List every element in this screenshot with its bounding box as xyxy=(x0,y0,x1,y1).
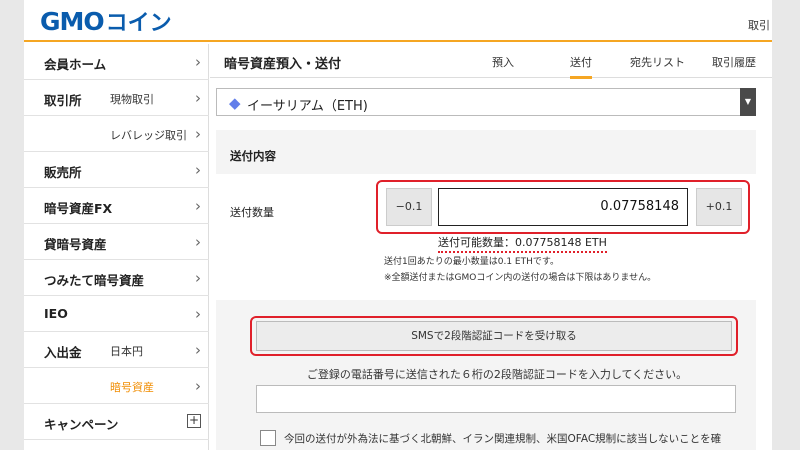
sidebar-item-label: キャンペーン xyxy=(44,417,119,432)
chevron-right-icon: › xyxy=(195,305,201,323)
sidebar-item-label: つみたて暗号資産 xyxy=(44,273,145,288)
sidebar-item-member-home[interactable]: 会員ホーム › xyxy=(24,44,209,80)
sidebar-item-label: 会員ホーム xyxy=(44,57,107,72)
sidebar-subitem-label: 日本円 xyxy=(110,345,143,358)
sidebar-item-dealer[interactable]: 販売所 › xyxy=(24,152,209,188)
page-header: 暗号資産預入・送付 預入 送付 宛先リスト 取引履歴 xyxy=(210,44,772,79)
sidebar: 会員ホーム › 取引所 現物取引 › レバレッジ取引 › 販売所 › 暗号資産F… xyxy=(24,44,209,450)
chevron-right-icon: › xyxy=(195,197,201,215)
page-title: 暗号資産預入・送付 xyxy=(224,57,342,72)
chevron-right-icon: › xyxy=(195,89,201,107)
ethereum-icon: ◆ xyxy=(229,94,241,112)
sidebar-item-label: 貸暗号資産 xyxy=(44,237,107,252)
compliance-checkbox[interactable] xyxy=(260,430,276,446)
sidebar-item-deposit-crypto[interactable]: 暗号資産 › xyxy=(24,368,209,404)
logo-coin-text: コイン xyxy=(105,11,172,36)
quantity-label: 送付数量 xyxy=(230,206,274,219)
chevron-right-icon: › xyxy=(195,377,201,395)
sidebar-item-label: 暗号資産FX xyxy=(44,201,113,216)
minus-0.1-button[interactable]: −0.1 xyxy=(386,188,432,226)
full-amount-note: ※全額送付またはGMOコイン内の送付の場合は下限はありません。 xyxy=(384,273,657,283)
section-title: 送付内容 xyxy=(230,149,276,163)
tab-send[interactable]: 送付 xyxy=(570,54,592,79)
chevron-right-icon: › xyxy=(195,269,201,287)
chevron-right-icon: › xyxy=(195,161,201,179)
main-content: 暗号資産預入・送付 預入 送付 宛先リスト 取引履歴 ◆ イーサリアム（ETH)… xyxy=(210,44,772,450)
tab-address-list[interactable]: 宛先リスト xyxy=(630,54,685,70)
compliance-checkbox-label: 今回の送付が外為法に基づく北朝鮮、イラン関連規制、米国OFAC規制に該当しないこ… xyxy=(284,433,722,445)
chevron-right-icon: › xyxy=(195,125,201,143)
header-trade-link[interactable]: 取引 xyxy=(748,17,770,33)
sidebar-item-crypto-fx[interactable]: 暗号資産FX › xyxy=(24,188,209,224)
sidebar-item-exchange-leverage[interactable]: レバレッジ取引 › xyxy=(24,116,209,152)
app-frame: GMO コイン 取引 会員ホーム › 取引所 現物取引 › レバレッジ取引 › … xyxy=(24,0,772,450)
sidebar-item-tsumitate[interactable]: つみたて暗号資産 › xyxy=(24,260,209,296)
sidebar-subitem-label: レバレッジ取引 xyxy=(110,129,187,142)
coin-select-value: イーサリアム（ETH) xyxy=(247,99,368,114)
tab-history[interactable]: 取引履歴 xyxy=(712,54,756,70)
verification-code-input[interactable] xyxy=(256,385,736,413)
header: GMO コイン 取引 xyxy=(24,0,772,42)
chevron-right-icon: › xyxy=(195,233,201,251)
sms-description: ご登録の電話番号に送信された６桁の2段階認証コードを入力してください。 xyxy=(306,368,688,381)
available-amount: 送付可能数量：0.07758148 ETH xyxy=(438,234,607,253)
tab-deposit[interactable]: 預入 xyxy=(492,54,514,70)
sidebar-item-deposit-jpy[interactable]: 入出金 日本円 › xyxy=(24,332,209,368)
chevron-right-icon: › xyxy=(195,341,201,359)
plus-box-icon[interactable]: + xyxy=(187,414,201,428)
chevron-right-icon: › xyxy=(195,53,201,71)
logo-gmo-text: GMO xyxy=(40,6,105,36)
quantity-section: 送付数量 −0.1 0.07758148 +0.1 送付可能数量：0.07758… xyxy=(216,174,756,300)
sidebar-subitem-label: 暗号資産 xyxy=(110,381,154,394)
sidebar-item-exchange-spot[interactable]: 取引所 現物取引 › xyxy=(24,80,209,116)
quantity-input[interactable]: 0.07758148 xyxy=(438,188,688,226)
plus-0.1-button[interactable]: +0.1 xyxy=(696,188,742,226)
coin-select[interactable]: ◆ イーサリアム（ETH) ▼ xyxy=(216,88,756,116)
dropdown-arrow-icon[interactable]: ▼ xyxy=(740,88,756,116)
send-panel: 送付内容 送付数量 −0.1 0.07758148 +0.1 送付可能数量：0.… xyxy=(216,130,756,450)
sidebar-subitem-label: 現物取引 xyxy=(110,93,154,106)
sms-code-button[interactable]: SMSで2段階認証コードを受け取る xyxy=(256,321,732,351)
sidebar-item-label: 入出金 xyxy=(44,345,82,360)
sidebar-item-label: 取引所 xyxy=(44,93,82,108)
sidebar-item-ieo[interactable]: IEO › xyxy=(24,296,209,332)
gmo-coin-logo[interactable]: GMO コイン xyxy=(40,6,172,37)
min-amount-note: 送付1回あたりの最小数量は0.1 ETHです。 xyxy=(384,257,559,267)
sidebar-item-lending[interactable]: 貸暗号資産 › xyxy=(24,224,209,260)
sidebar-item-label: IEO xyxy=(44,306,68,321)
sidebar-item-label: 販売所 xyxy=(44,165,82,180)
sidebar-item-campaign[interactable]: キャンペーン + xyxy=(24,404,209,440)
